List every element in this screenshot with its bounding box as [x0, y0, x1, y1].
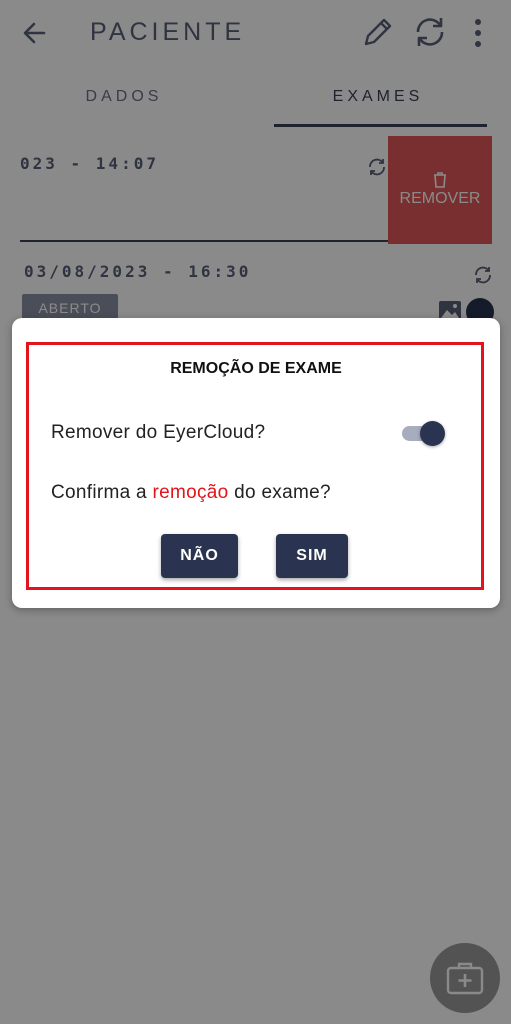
- remove-from-eyercloud-toggle[interactable]: [400, 420, 448, 446]
- remove-exam-dialog: REMOÇÃO DE EXAME Remover do EyerCloud? C…: [12, 318, 500, 608]
- yes-button[interactable]: SIM: [276, 534, 348, 578]
- dialog-title: REMOÇÃO DE EXAME: [170, 360, 342, 377]
- toggle-thumb: [420, 421, 445, 446]
- remove-from-eyercloud-label: Remover do EyerCloud?: [51, 422, 266, 443]
- confirm-highlight-word: remoção: [152, 482, 229, 503]
- confirm-message: Confirma a remoção do exame?: [51, 482, 331, 504]
- confirm-prefix: Confirma a: [51, 482, 153, 503]
- highlight-frame: [26, 342, 484, 590]
- confirm-suffix: do exame?: [228, 482, 331, 503]
- no-button[interactable]: NÃO: [161, 534, 238, 578]
